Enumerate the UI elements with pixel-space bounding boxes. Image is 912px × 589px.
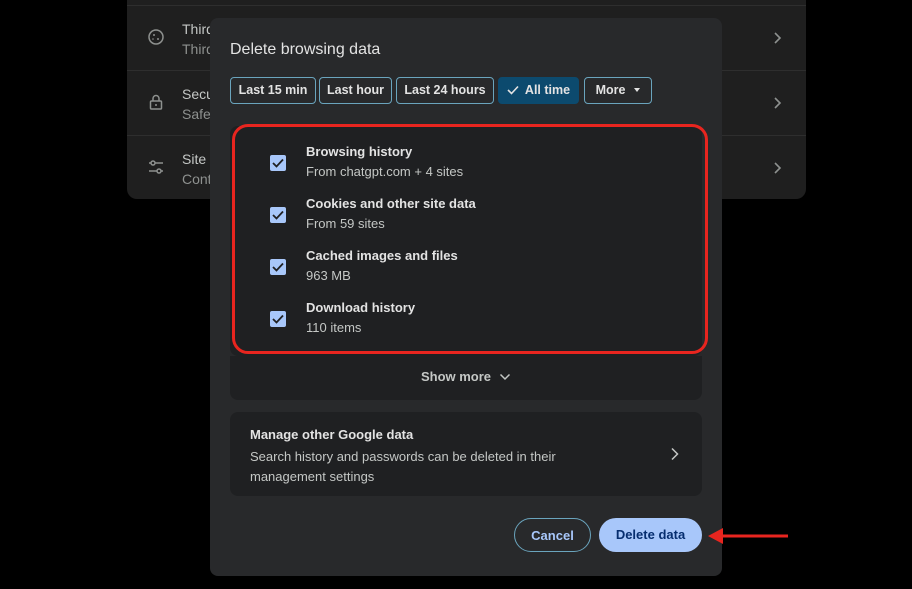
chip-last-hour[interactable]: Last hour [319, 77, 392, 104]
lock-icon [149, 94, 163, 110]
settings-row-subtitle: Cont [182, 171, 212, 187]
chevron-down-icon [500, 373, 511, 381]
checkbox-download-history[interactable] [270, 311, 286, 327]
checkmark-icon [272, 158, 284, 168]
manage-google-data-row[interactable]: Manage other Google data Search history … [230, 412, 702, 496]
delete-data-button[interactable]: Delete data [599, 518, 702, 552]
list-item-browsing-history[interactable]: Browsing history From chatgpt.com + 4 si… [250, 140, 710, 186]
delete-browsing-data-dialog: Delete browsing data Last 15 min Last ho… [210, 18, 722, 576]
chevron-right-icon [671, 447, 679, 461]
chip-last-15-min[interactable]: Last 15 min [230, 77, 316, 104]
item-title: Cached images and files [306, 248, 458, 263]
chip-last-24-hours[interactable]: Last 24 hours [396, 77, 494, 104]
checkmark-icon [272, 262, 284, 272]
chip-all-time[interactable]: All time [498, 77, 579, 104]
item-subtitle: 963 MB [306, 268, 351, 283]
data-types-list: Browsing history From chatgpt.com + 4 si… [230, 126, 702, 356]
item-title: Browsing history [306, 144, 413, 159]
settings-row-title: Site [182, 151, 207, 167]
list-item-cached-images[interactable]: Cached images and files 963 MB [250, 244, 710, 290]
item-title: Cookies and other site data [306, 196, 476, 211]
checkmark-icon [507, 85, 519, 95]
checkmark-icon [272, 314, 284, 324]
checkbox-cookies[interactable] [270, 207, 286, 223]
item-subtitle: From 59 sites [306, 216, 385, 231]
chevron-right-icon [774, 162, 782, 174]
caret-down-icon [634, 88, 641, 92]
chip-label: Last hour [327, 83, 384, 97]
manage-title: Manage other Google data [250, 427, 414, 442]
chevron-right-icon [774, 32, 782, 44]
cookie-icon [148, 29, 164, 45]
chip-label: More [595, 83, 626, 97]
settings-row-subtitle: Safe [182, 106, 211, 122]
manage-description: Search history and passwords can be dele… [250, 449, 556, 484]
chip-label: Last 24 hours [404, 83, 486, 97]
sliders-icon [149, 160, 163, 174]
checkmark-icon [272, 210, 284, 220]
arrow-left-icon [708, 528, 788, 544]
dialog-title: Delete browsing data [230, 41, 381, 58]
chip-more-dropdown[interactable]: More [584, 77, 652, 104]
checkbox-browsing-history[interactable] [270, 155, 286, 171]
chevron-right-icon [774, 97, 782, 109]
list-item-cookies[interactable]: Cookies and other site data From 59 site… [250, 192, 710, 238]
chip-label: All time [524, 83, 571, 97]
item-subtitle: 110 items [306, 320, 362, 335]
cancel-button[interactable]: Cancel [514, 518, 591, 552]
show-more-label: Show more [420, 369, 492, 384]
item-title: Download history [306, 300, 416, 315]
show-more-button[interactable]: Show more [230, 356, 702, 400]
chip-label: Last 15 min [238, 83, 308, 97]
item-subtitle: From chatgpt.com + 4 sites [306, 164, 464, 179]
list-item-download-history[interactable]: Download history 110 items [250, 296, 710, 342]
checkbox-cached-images[interactable] [270, 259, 286, 275]
